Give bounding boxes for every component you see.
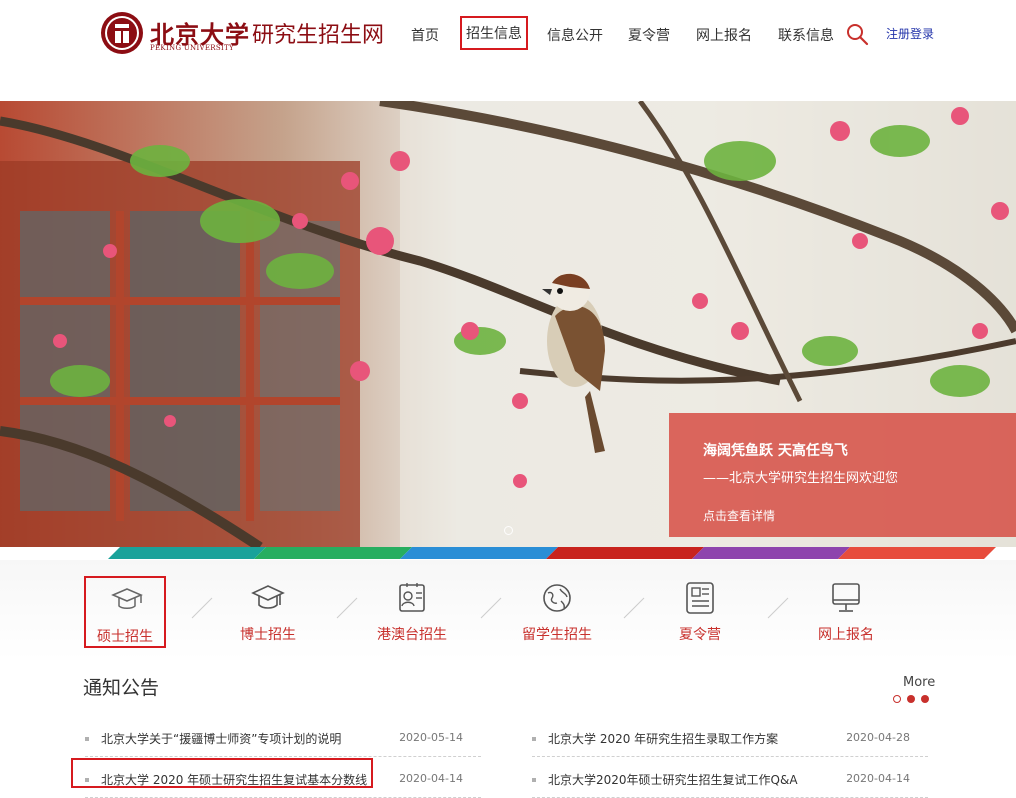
- quick-link-label: 港澳台招生: [377, 627, 447, 643]
- quick-link-summer-camp[interactable]: 夏令营: [659, 576, 741, 648]
- notice-title[interactable]: 北京大学 2020 年硕士研究生招生复试基本分数线: [101, 771, 367, 788]
- separator-slash: [336, 597, 358, 619]
- color-strip: [108, 547, 996, 559]
- separator-slash: [767, 597, 789, 619]
- strip-segment: [400, 547, 558, 559]
- notice-title[interactable]: 北京大学 2020 年研究生招生录取工作方案: [548, 730, 778, 747]
- notice-date: 2020-04-14: [399, 772, 463, 785]
- slogan-panel: 海阔凭鱼跃 天高任鸟飞 ——北京大学研究生招生网欢迎您 点击查看详情: [669, 413, 1016, 537]
- nav-summer-camp[interactable]: 夏令营: [628, 25, 670, 45]
- graduation-cap-icon: [111, 588, 143, 609]
- quick-link-hk-macao-taiwan[interactable]: 港澳台招生: [371, 576, 453, 648]
- notice-title[interactable]: 北京大学关于“援疆博士师资”专项计划的说明: [101, 730, 341, 747]
- bullet-marker: [85, 778, 89, 782]
- notice-item[interactable]: 北京大学关于“援疆博士师资”专项计划的说明 2020-05-14: [85, 729, 481, 757]
- nav-home[interactable]: 首页: [411, 25, 439, 45]
- pager-dot[interactable]: [893, 695, 901, 703]
- nav-online-registration[interactable]: 网上报名: [696, 25, 752, 45]
- pager-dot[interactable]: [907, 695, 915, 703]
- separator-slash: [191, 597, 213, 619]
- notice-date: 2020-04-14: [846, 772, 910, 785]
- notice-date: 2020-04-28: [846, 731, 910, 744]
- slogan-main-text: 海阔凭鱼跃 天高任鸟飞: [703, 443, 848, 459]
- document-icon: [686, 582, 714, 614]
- more-link[interactable]: More: [903, 675, 935, 690]
- quick-link-label: 网上报名: [818, 627, 874, 643]
- slogan-sub-text: ——北京大学研究生招生网欢迎您: [703, 471, 899, 486]
- strip-segment: [838, 547, 996, 559]
- separator-slash: [480, 597, 502, 619]
- nav-admission-info[interactable]: 招生信息: [460, 16, 528, 50]
- strip-segment: [692, 547, 850, 559]
- search-icon[interactable]: [845, 22, 869, 46]
- nav-contact[interactable]: 联系信息: [778, 25, 834, 45]
- quick-link-doctoral[interactable]: 博士招生: [227, 576, 309, 648]
- carousel-indicator[interactable]: [504, 526, 513, 535]
- register-login-link[interactable]: 注册登录: [886, 25, 934, 42]
- quick-link-online-registration[interactable]: 网上报名: [805, 576, 887, 648]
- notice-item[interactable]: 北京大学 2020 年硕士研究生招生复试基本分数线 2020-04-14: [71, 758, 481, 798]
- notices-heading: 通知公告: [83, 677, 160, 699]
- university-seal-icon: [101, 12, 143, 54]
- notices-pager: [893, 695, 933, 705]
- pager-dot[interactable]: [921, 695, 929, 703]
- bullet-marker: [532, 778, 536, 782]
- bullet-marker: [532, 737, 536, 741]
- notice-item[interactable]: 北京大学 2020 年研究生招生录取工作方案 2020-04-28: [532, 729, 928, 757]
- doctoral-cap-icon: [251, 585, 285, 609]
- quick-link-label: 留学生招生: [522, 627, 592, 643]
- quick-link-master[interactable]: 硕士招生: [84, 576, 166, 648]
- view-details-link[interactable]: 点击查看详情: [703, 507, 775, 524]
- quick-link-international[interactable]: 留学生招生: [516, 576, 598, 648]
- hero-banner[interactable]: 海阔凭鱼跃 天高任鸟飞 ——北京大学研究生招生网欢迎您 点击查看详情: [0, 101, 1016, 547]
- notice-item[interactable]: 北京大学2020年硕士研究生招生复试工作Q&A 2020-04-14: [532, 770, 928, 798]
- globe-icon: [543, 584, 571, 612]
- computer-monitor-icon: [832, 583, 860, 612]
- strip-segment: [546, 547, 704, 559]
- strip-segment: [108, 547, 266, 559]
- strip-segment: [254, 547, 412, 559]
- nav-info-disclosure[interactable]: 信息公开: [547, 25, 603, 45]
- notice-title[interactable]: 北京大学2020年硕士研究生招生复试工作Q&A: [548, 771, 798, 788]
- bullet-marker: [85, 737, 89, 741]
- quick-links-bar: 硕士招生 博士招生 港澳台招生 留学生招生 夏令营 网上报名: [0, 560, 1016, 660]
- site-title: 研究生招生网: [252, 23, 385, 48]
- site-header: 北京大学 PEKING UNIVERSITY 研究生招生网 首页 招生信息 信息…: [0, 0, 1016, 100]
- separator-slash: [623, 597, 645, 619]
- quick-link-label: 夏令营: [679, 627, 721, 643]
- id-card-icon: [399, 583, 425, 612]
- quick-link-label: 硕士招生: [97, 629, 153, 645]
- university-logo[interactable]: 北京大学 PEKING UNIVERSITY: [100, 11, 249, 55]
- logo-english-name: PEKING UNIVERSITY: [150, 44, 234, 52]
- notice-date: 2020-05-14: [399, 731, 463, 744]
- quick-link-label: 博士招生: [240, 627, 296, 643]
